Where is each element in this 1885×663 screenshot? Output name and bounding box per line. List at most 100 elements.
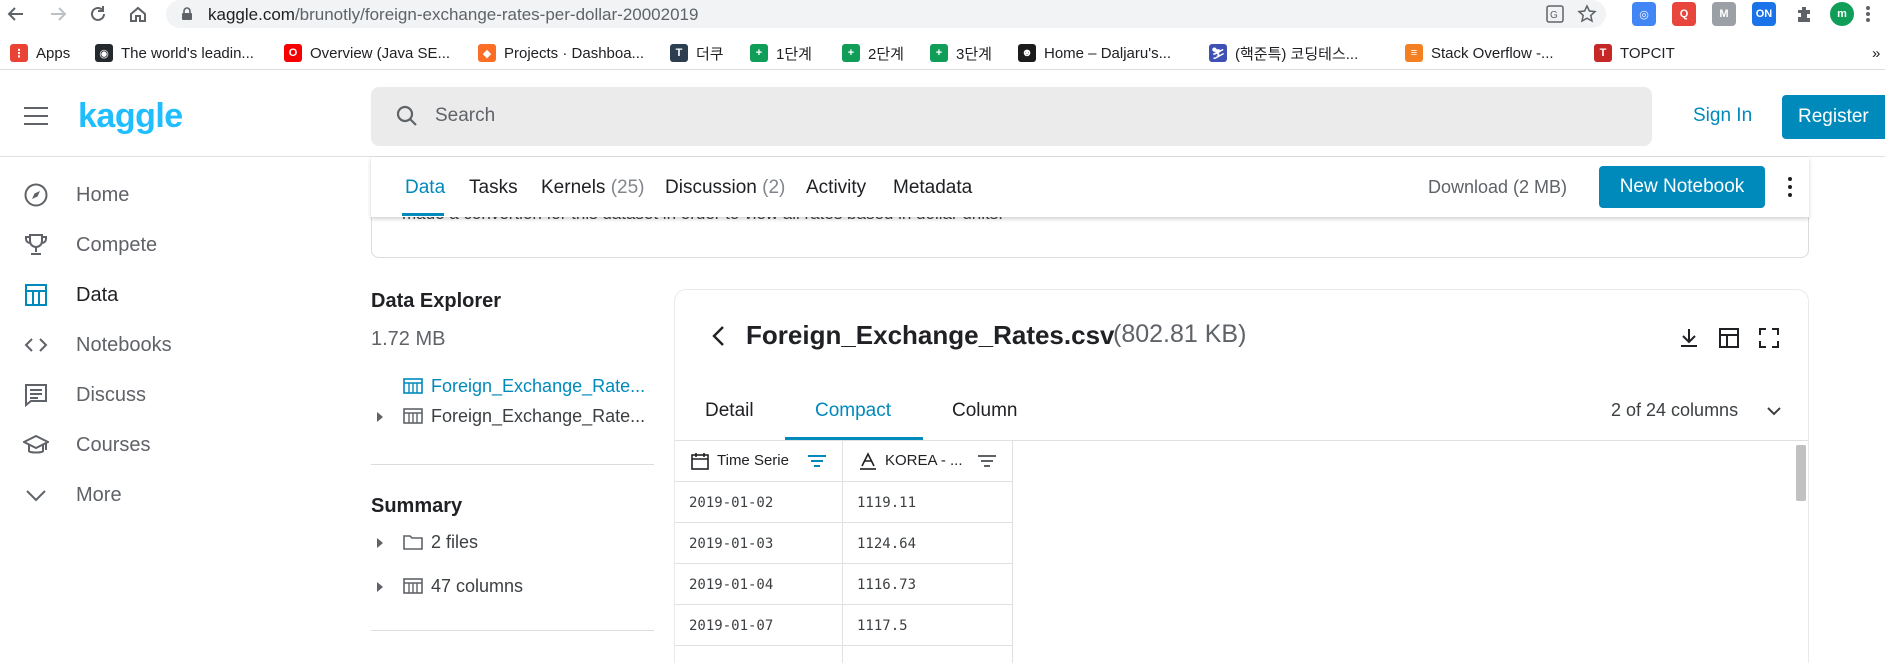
- chrome-ext-1-icon[interactable]: ◎: [1632, 2, 1656, 26]
- summary-columns[interactable]: 47 columns: [371, 574, 651, 600]
- bookmark-star-icon[interactable]: [1576, 3, 1598, 25]
- tab-data[interactable]: Data: [405, 177, 445, 199]
- download-link[interactable]: Download (2 MB): [1428, 177, 1567, 198]
- bookmark-item[interactable]: ≡ Stack Overflow -...: [1405, 42, 1554, 64]
- cell-partial: [675, 646, 843, 663]
- bookmarks-overflow[interactable]: »: [1872, 42, 1880, 64]
- bookmark-item[interactable]: ⛷ (핵준특) 코딩테스...: [1209, 42, 1358, 64]
- search-input[interactable]: [435, 99, 1615, 133]
- reload-icon[interactable]: [86, 2, 110, 26]
- more-options-icon[interactable]: [1780, 175, 1800, 199]
- chevron-down-icon[interactable]: [1765, 402, 1783, 425]
- bookmark-item[interactable]: O Overview (Java SE...: [284, 42, 450, 64]
- fullscreen-icon[interactable]: [1756, 325, 1782, 351]
- site-header: kaggle Sign In Register: [0, 77, 1885, 157]
- home-icon[interactable]: [126, 2, 150, 26]
- bookmark-label: TOPCIT: [1620, 44, 1675, 62]
- ski-icon: ⛷: [1209, 44, 1227, 62]
- bookmark-label: 더쿠: [696, 45, 724, 63]
- nav-item-home[interactable]: Home: [0, 170, 340, 220]
- gitlab-icon: ◆: [478, 44, 496, 62]
- sort-icon[interactable]: [807, 454, 827, 473]
- bookmark-item[interactable]: T 더쿠: [670, 42, 724, 64]
- forward-arrow-icon[interactable]: [46, 2, 70, 26]
- scrollbar-thumb[interactable]: [1796, 445, 1806, 501]
- nav-label-home: Home: [76, 183, 130, 206]
- search-bar[interactable]: [371, 87, 1652, 146]
- tab-tasks[interactable]: Tasks: [469, 177, 518, 199]
- table-icon: [403, 408, 423, 429]
- chrome-menu-icon[interactable]: [1856, 2, 1880, 26]
- register-button[interactable]: Register: [1782, 95, 1885, 139]
- cell-partial: [843, 646, 1013, 663]
- theqoo-icon: T: [670, 44, 688, 62]
- translate-icon[interactable]: G: [1544, 3, 1566, 25]
- column-header-korea[interactable]: KOREA - ...: [843, 441, 1013, 482]
- hamburger-menu-icon[interactable]: [24, 107, 48, 127]
- calendar-on-ext-icon[interactable]: ON: [1752, 2, 1776, 26]
- cell-value: 1117.5: [843, 605, 1013, 646]
- summary-files[interactable]: 2 files: [371, 530, 651, 556]
- bookmark-label: The world's leadin...: [121, 44, 254, 62]
- bookmark-item[interactable]: ◆ Projects · Dashboa...: [478, 42, 644, 64]
- tab-metadata[interactable]: Metadata: [893, 177, 972, 199]
- browser-toolbar: kaggle.com/brunotly/foreign-exchange-rat…: [0, 0, 1885, 28]
- expand-caret-icon[interactable]: [377, 412, 383, 422]
- bookmark-item[interactable]: +3단계: [930, 42, 992, 64]
- data-explorer-size: 1.72 MB: [371, 328, 446, 350]
- bookmark-item[interactable]: ⋮ Apps: [10, 42, 70, 64]
- divider: [371, 630, 654, 631]
- profile-avatar-icon[interactable]: m: [1830, 2, 1854, 26]
- chrome-ext-2-icon[interactable]: Q: [1672, 2, 1696, 26]
- tab-column[interactable]: Column: [952, 400, 1017, 422]
- new-notebook-button[interactable]: New Notebook: [1599, 166, 1765, 208]
- kaggle-logo[interactable]: kaggle: [78, 97, 183, 136]
- bookmark-item[interactable]: +1단계: [750, 42, 812, 64]
- tab-detail[interactable]: Detail: [705, 400, 754, 422]
- school-icon: [22, 431, 50, 459]
- sign-in-link[interactable]: Sign In: [1693, 105, 1752, 127]
- nav-item-courses[interactable]: Courses: [0, 420, 340, 470]
- active-tab-indicator: [402, 213, 444, 216]
- table-icon: [403, 378, 423, 399]
- summary-title: Summary: [371, 495, 463, 517]
- nav-item-compete[interactable]: Compete: [0, 220, 340, 270]
- back-arrow-icon[interactable]: [4, 2, 28, 26]
- nav-label-data: Data: [76, 283, 119, 306]
- extensions-puzzle-icon[interactable]: [1792, 2, 1816, 26]
- column-header-time[interactable]: Time Serie: [675, 441, 843, 482]
- nav-item-more[interactable]: More: [0, 470, 340, 520]
- nav-label-notebooks: Notebooks: [76, 333, 172, 356]
- nav-label-courses: Courses: [76, 433, 151, 456]
- file-item-selected[interactable]: Foreign_Exchange_Rate...: [371, 374, 651, 400]
- tab-kernels[interactable]: Kernels (25): [541, 177, 645, 199]
- expand-caret-icon[interactable]: [377, 582, 383, 592]
- nav-item-discuss[interactable]: Discuss: [0, 370, 340, 420]
- gmail-ext-icon[interactable]: M: [1712, 2, 1736, 26]
- search-icon: [395, 104, 419, 133]
- compass-icon: [22, 181, 50, 209]
- bookmark-item[interactable]: ◉ The world's leadin...: [95, 42, 254, 64]
- tab-activity[interactable]: Activity: [806, 177, 866, 199]
- file-preview-card: Foreign_Exchange_Rates.csv (802.81 KB) D…: [674, 289, 1809, 663]
- bookmark-item[interactable]: +2단계: [842, 42, 904, 64]
- tab-compact[interactable]: Compact: [815, 400, 891, 422]
- chevron-left-icon[interactable]: [711, 324, 727, 353]
- vertical-scrollbar[interactable]: [1795, 443, 1807, 663]
- lock-icon: [180, 7, 194, 26]
- address-bar[interactable]: kaggle.com/brunotly/foreign-exchange-rat…: [166, 0, 1606, 28]
- tab-discussion[interactable]: Discussion (2): [665, 177, 785, 199]
- stackoverflow-icon: ≡: [1405, 44, 1423, 62]
- file-item[interactable]: Foreign_Exchange_Rate...: [371, 404, 651, 430]
- nav-item-notebooks[interactable]: Notebooks: [0, 320, 340, 370]
- code-icon: [22, 331, 50, 359]
- bookmark-item[interactable]: ☻ Home – Daljaru's...: [1018, 42, 1171, 64]
- nav-item-data[interactable]: Data: [0, 270, 340, 320]
- bookmark-label: 1단계: [776, 45, 812, 63]
- grid-view-icon[interactable]: [1716, 325, 1742, 351]
- columns-count-selector[interactable]: 2 of 24 columns: [1611, 400, 1738, 421]
- expand-caret-icon[interactable]: [377, 538, 383, 548]
- sort-icon[interactable]: [977, 454, 997, 473]
- bookmark-item[interactable]: T TOPCIT: [1594, 42, 1675, 64]
- download-icon[interactable]: [1676, 325, 1702, 351]
